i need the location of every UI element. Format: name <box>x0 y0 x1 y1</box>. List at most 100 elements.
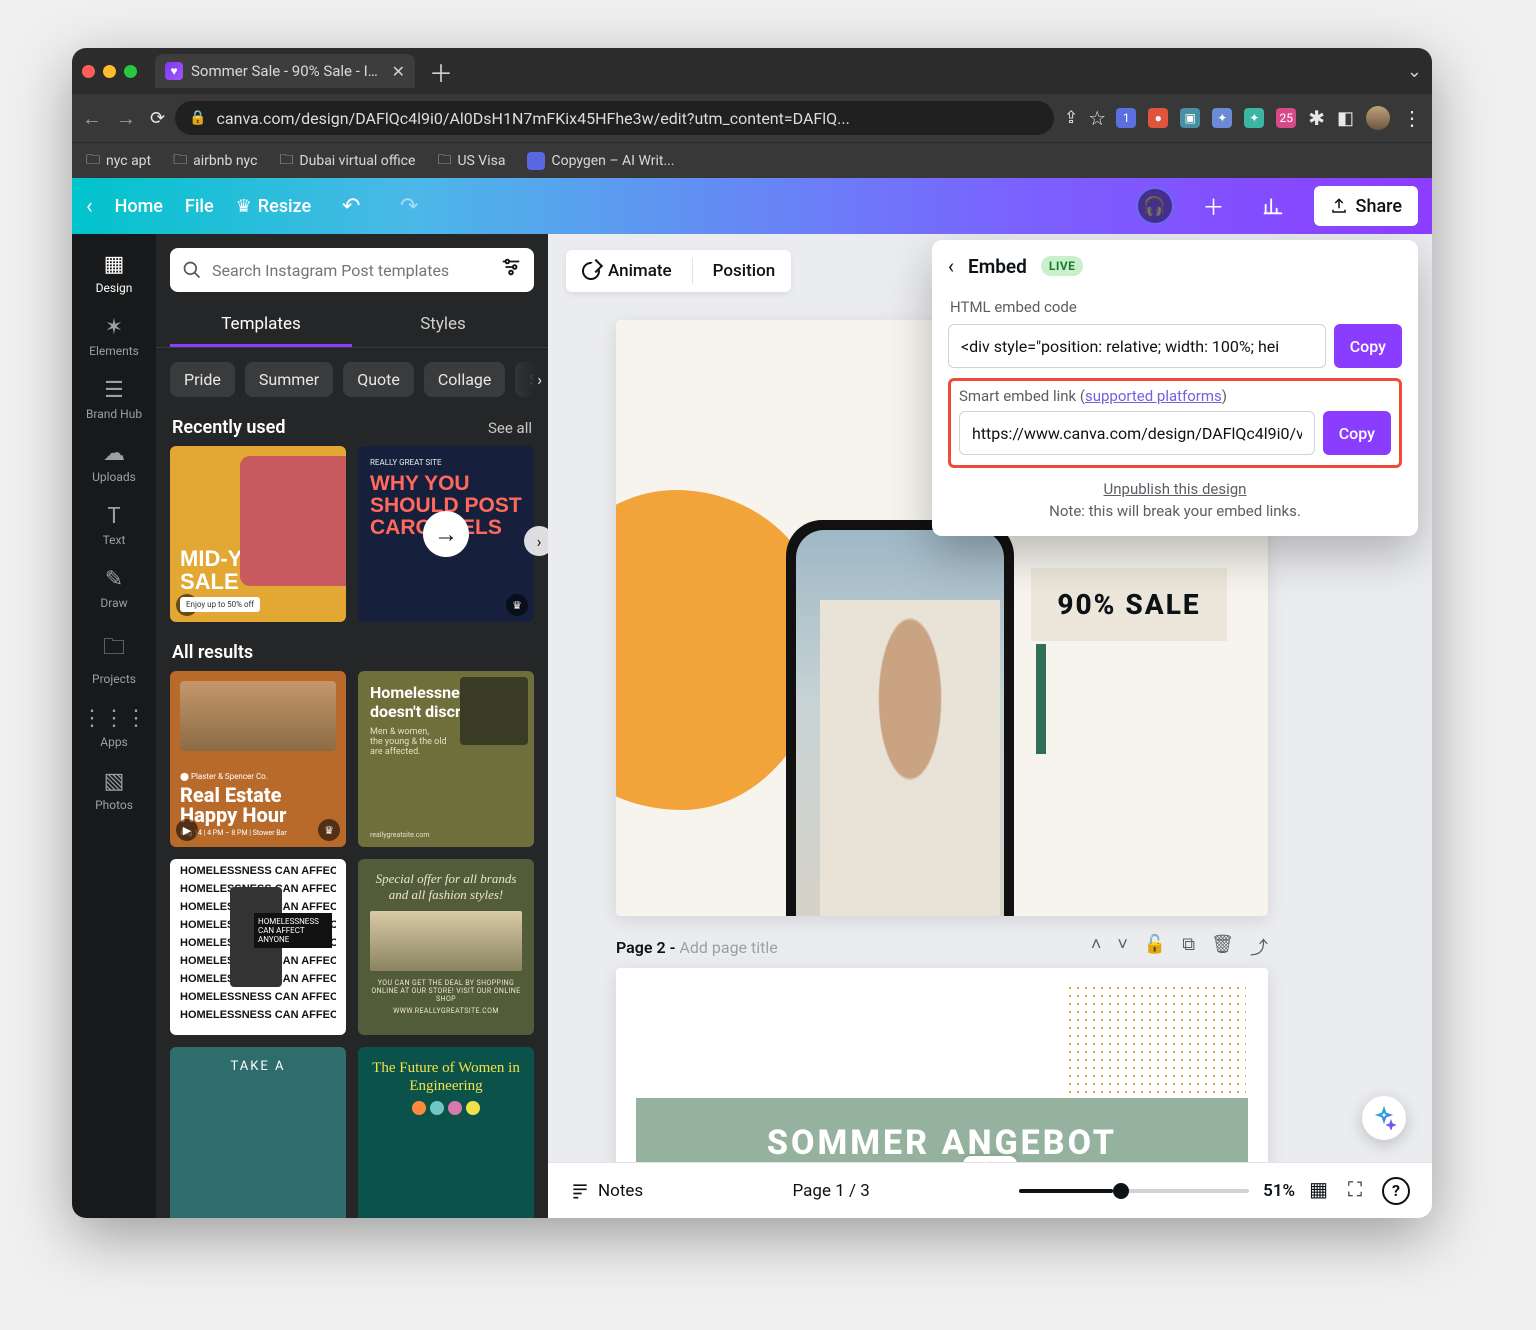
model-image <box>820 600 1000 916</box>
template-homelessness-2[interactable]: HOMELESSNESS CAN AFFECT ANYONE HOMELESSN… <box>170 859 346 1035</box>
user-avatar-button[interactable]: 🎧 <box>1136 187 1174 225</box>
search-input-wrap[interactable] <box>170 248 534 292</box>
supported-platforms-link[interactable]: supported platforms <box>1085 387 1222 405</box>
home-link[interactable]: Home <box>115 196 163 217</box>
reload-icon[interactable]: ⟳ <box>150 108 165 129</box>
chip-collage[interactable]: Collage <box>424 362 506 397</box>
bookmark-us-visa[interactable]: 🗀US Visa <box>437 149 505 173</box>
resize-menu[interactable]: ♛Resize <box>236 196 312 217</box>
rail-photos[interactable]: ▧Photos <box>78 759 150 822</box>
extensions-puzzle-icon[interactable]: ✱ <box>1308 106 1325 130</box>
undo-icon[interactable]: ↶ <box>333 194 369 219</box>
crown-icon: ♛ <box>506 594 528 616</box>
template-carousels[interactable]: REALLY GREAT SITE WHY YOU SHOULD POST CA… <box>358 446 534 622</box>
unpublish-link[interactable]: Unpublish this design <box>948 480 1402 498</box>
minimize-window-button[interactable] <box>103 65 116 78</box>
filter-icon[interactable] <box>500 256 522 284</box>
add-member-icon[interactable]: ＋ <box>1196 190 1232 222</box>
position-button[interactable]: Position <box>713 261 776 281</box>
search-input[interactable] <box>212 261 490 280</box>
close-tab-icon[interactable]: ✕ <box>392 62 405 81</box>
grid-view-icon[interactable]: ▦ <box>1309 1177 1328 1205</box>
template-midyear-sale[interactable]: MID-YEAR SALE Enjoy up to 50% off ▶ <box>170 446 346 622</box>
ext-icon-1[interactable]: 1 <box>1116 108 1136 128</box>
magic-assistant-button[interactable] <box>1362 1096 1406 1140</box>
chips-scroll-right[interactable]: › <box>506 348 548 411</box>
see-all-link[interactable]: See all <box>488 419 532 437</box>
rail-text[interactable]: TText <box>78 494 150 557</box>
more-page-icon[interactable]: ⤴ <box>1250 934 1268 960</box>
notes-button[interactable]: Notes <box>570 1181 643 1201</box>
popover-title: Embed <box>968 255 1027 278</box>
close-window-button[interactable] <box>82 65 95 78</box>
rail-apps[interactable]: ⋮⋮⋮Apps <box>78 696 150 759</box>
insights-icon[interactable] <box>1254 187 1292 225</box>
zoom-slider[interactable] <box>1019 1189 1249 1193</box>
delete-page-icon[interactable]: 🗑 <box>1211 934 1234 960</box>
chip-summer[interactable]: Summer <box>245 362 333 397</box>
page-down-icon[interactable]: ˅ <box>1117 934 1128 960</box>
tabs-overflow-icon[interactable]: ⌄ <box>1407 61 1422 82</box>
template-real-estate[interactable]: ⬤ Plaster & Spencer Co. Real Estate Happ… <box>170 671 346 847</box>
animate-button[interactable]: Animate <box>582 261 672 281</box>
ext-icon-5[interactable]: ✦ <box>1244 108 1264 128</box>
help-icon[interactable]: ? <box>1382 1177 1410 1205</box>
bookmark-dubai-office[interactable]: 🗀Dubai virtual office <box>279 149 415 173</box>
tab-styles[interactable]: Styles <box>352 304 534 347</box>
rail-design[interactable]: ▦Design <box>78 242 150 305</box>
share-url-icon[interactable]: ⇪ <box>1064 108 1078 128</box>
template-women-engineering[interactable]: The Future of Women in Engineering <box>358 1047 534 1218</box>
fullscreen-icon[interactable]: ⛶ <box>1348 1177 1362 1205</box>
tab-templates[interactable]: Templates <box>170 304 352 347</box>
page-up-icon[interactable]: ˄ <box>1091 934 1102 960</box>
maximize-window-button[interactable] <box>124 65 137 78</box>
sidepanel-icon[interactable]: ◧ <box>1337 108 1354 129</box>
divider <box>692 258 693 284</box>
template-take-a[interactable]: TAKE A <box>170 1047 346 1218</box>
bookmark-copygen[interactable]: Copygen – AI Writ... <box>527 152 674 170</box>
profile-avatar-icon[interactable] <box>1366 106 1390 130</box>
canvas-area[interactable]: Animate Position WEAR 90% SALE <box>548 234 1432 1218</box>
browser-tabbar: ♥ Sommer Sale - 90% Sale - Inst… ✕ ＋ ⌄ <box>72 48 1432 94</box>
page-indicator[interactable]: Page 1 / 3 <box>793 1181 870 1201</box>
chip-quote[interactable]: Quote <box>343 362 414 397</box>
share-button[interactable]: Share <box>1314 186 1418 226</box>
popover-back-icon[interactable]: ‹ <box>948 254 954 278</box>
rail-uploads[interactable]: ☁Uploads <box>78 431 150 494</box>
live-badge: LIVE <box>1041 256 1084 276</box>
bookmark-star-icon[interactable]: ☆ <box>1088 106 1106 130</box>
nav-back-icon[interactable]: ← <box>82 106 102 131</box>
url-field[interactable]: 🔒 canva.com/design/DAFlQc4l9i0/Al0DsH1N7… <box>175 101 1054 135</box>
add-page-title[interactable]: Add page title <box>679 938 777 957</box>
chip-pride[interactable]: Pride <box>170 362 235 397</box>
duplicate-page-icon[interactable]: ⧉ <box>1182 934 1195 960</box>
browser-tab-active[interactable]: ♥ Sommer Sale - 90% Sale - Inst… ✕ <box>155 54 415 88</box>
template-homelessness-1[interactable]: Homelessness doesn't discriminate Men & … <box>358 671 534 847</box>
copy-html-button[interactable]: Copy <box>1334 324 1402 368</box>
ext-icon-calendar[interactable]: 25 <box>1276 108 1296 128</box>
bookmark-nyc-apt[interactable]: 🗀nyc apt <box>86 149 151 173</box>
ext-icon-2[interactable]: ● <box>1148 108 1168 128</box>
rail-elements[interactable]: ✶Elements <box>78 305 150 368</box>
bookmark-airbnb-nyc[interactable]: 🗀airbnb nyc <box>173 149 257 173</box>
html-embed-input[interactable] <box>948 324 1326 368</box>
file-menu[interactable]: File <box>185 196 214 217</box>
ext-icon-3[interactable]: ▣ <box>1180 108 1200 128</box>
new-tab-button[interactable]: ＋ <box>415 54 467 89</box>
redo-icon[interactable]: ↷ <box>391 194 427 219</box>
smart-embed-input[interactable] <box>959 411 1315 455</box>
browser-menu-icon[interactable]: ⋮ <box>1402 106 1422 130</box>
zoom-value[interactable]: 51% <box>1263 1181 1295 1201</box>
folder-icon: 🗀 <box>103 630 125 668</box>
nav-forward-icon[interactable]: → <box>116 106 136 131</box>
folder-icon: 🗀 <box>173 149 187 173</box>
rail-projects[interactable]: 🗀Projects <box>78 620 150 696</box>
lock-page-icon[interactable]: 🔓 <box>1144 934 1166 960</box>
ext-icon-4[interactable]: ✦ <box>1212 108 1232 128</box>
rail-draw[interactable]: ✎Draw <box>78 557 150 620</box>
filter-chips: Pride Summer Quote Collage Sa › <box>156 348 548 411</box>
template-special-offer[interactable]: Special offer for all brands and all fas… <box>358 859 534 1035</box>
back-icon[interactable]: ‹ <box>86 194 93 219</box>
rail-brand-hub[interactable]: ☰Brand Hub <box>78 368 150 431</box>
copy-smart-button[interactable]: Copy <box>1323 411 1391 455</box>
